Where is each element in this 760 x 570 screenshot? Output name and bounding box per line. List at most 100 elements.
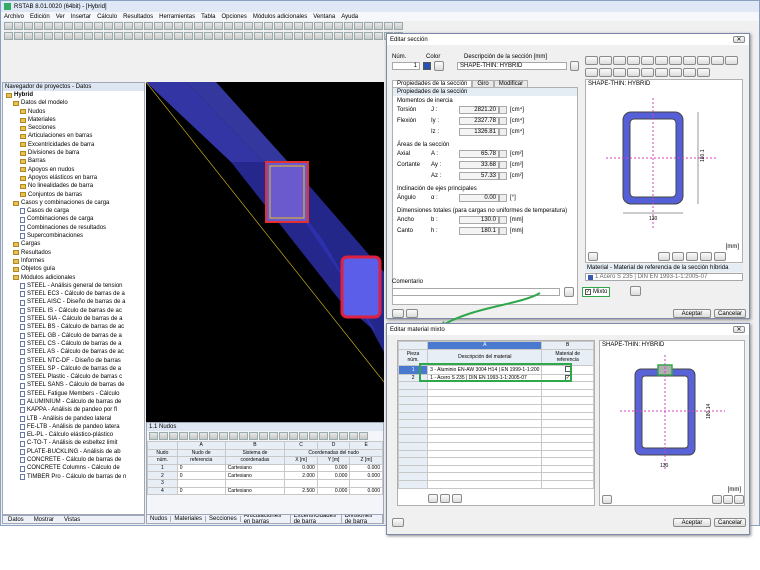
toolbar-button[interactable] xyxy=(44,22,53,30)
tree-item[interactable]: Módulos adicionales xyxy=(3,274,144,282)
toolbar-button[interactable] xyxy=(154,32,163,40)
accept-button[interactable]: Aceptar xyxy=(673,309,711,318)
toolbar-button[interactable] xyxy=(304,32,313,40)
table-toolbar-button[interactable] xyxy=(329,432,338,440)
tree-item[interactable]: ALUMINIUM - Cálculo de barras de xyxy=(3,398,144,406)
tree-item[interactable]: Nudos xyxy=(3,108,144,116)
toolbar-button[interactable] xyxy=(174,22,183,30)
toolbar-button[interactable] xyxy=(224,32,233,40)
toolbar-button[interactable] xyxy=(394,22,403,30)
section-tool-button[interactable] xyxy=(613,56,626,65)
tree-item[interactable]: C-TO-T - Análisis de esbeltez limit xyxy=(3,439,144,447)
tree-item[interactable]: Informes xyxy=(3,257,144,265)
table-tab[interactable]: Divisiones de barra xyxy=(342,515,383,523)
tree-item[interactable]: Combinaciones de resultados xyxy=(3,224,144,232)
table-tab[interactable]: Articulaciones en barras xyxy=(241,515,291,523)
toolbar-button[interactable] xyxy=(354,32,363,40)
toolbar-button[interactable] xyxy=(24,22,33,30)
toolbar-button[interactable] xyxy=(344,22,353,30)
property-value[interactable]: 130.0 xyxy=(459,215,499,224)
toolbar-button[interactable] xyxy=(134,22,143,30)
spin-control[interactable] xyxy=(499,105,507,114)
toolbar-button[interactable] xyxy=(294,32,303,40)
section-tab[interactable]: Modificar xyxy=(493,79,529,87)
toolbar-button[interactable] xyxy=(84,32,93,40)
insert-row-button[interactable] xyxy=(428,494,438,503)
units-button[interactable] xyxy=(406,309,418,318)
tree-item[interactable]: STEEL SP - Cálculo de barras de a xyxy=(3,365,144,373)
delete-row-button[interactable] xyxy=(440,494,450,503)
property-value[interactable]: 1326.81 xyxy=(459,127,499,136)
tree-item[interactable]: STEEL NTC-DF - Diseño de barras xyxy=(3,357,144,365)
tree-item[interactable]: Apoyos elásticos en barra xyxy=(3,174,144,182)
property-value[interactable]: 33.68 xyxy=(459,160,499,169)
property-value[interactable]: 180.1 xyxy=(459,226,499,235)
table-cell[interactable]: 0.000 xyxy=(349,486,383,496)
table-cell[interactable]: 2.000 xyxy=(284,471,318,480)
table-cell[interactable] xyxy=(224,478,286,488)
toolbar-button[interactable] xyxy=(224,22,233,30)
mixed-checkbox[interactable]: ✓ xyxy=(585,289,591,295)
toolbar-button[interactable] xyxy=(14,32,23,40)
tree-root[interactable]: Hybrid xyxy=(3,91,144,99)
property-value[interactable]: 2327.78 xyxy=(459,116,499,125)
toolbar-button[interactable] xyxy=(74,22,83,30)
section-tool-button[interactable] xyxy=(697,56,710,65)
toolbar-button[interactable] xyxy=(164,22,173,30)
section-number-input[interactable]: 1 xyxy=(392,62,420,70)
section-tool-button[interactable] xyxy=(683,56,696,65)
cancel-button[interactable]: Cancelar xyxy=(714,309,746,318)
info-button[interactable] xyxy=(602,495,612,504)
table-toolbar-button[interactable] xyxy=(239,432,248,440)
tree-item[interactable]: STEEL IS - Cálculo de barras de ac xyxy=(3,307,144,315)
comment-button[interactable] xyxy=(564,287,574,297)
toolbar-button[interactable] xyxy=(194,22,203,30)
table-cell[interactable]: 3 xyxy=(147,478,178,488)
tree-item[interactable]: Combinaciones de carga xyxy=(3,215,144,223)
table-cell[interactable] xyxy=(176,478,226,488)
table-cell[interactable] xyxy=(316,478,351,488)
tree-item[interactable]: Secciones xyxy=(3,124,144,132)
table-toolbar-button[interactable] xyxy=(219,432,228,440)
preview-view-button[interactable] xyxy=(658,252,670,261)
table-cell[interactable]: Cartesiano xyxy=(224,463,286,473)
toolbar-button[interactable] xyxy=(264,32,273,40)
table-toolbar-button[interactable] xyxy=(359,432,368,440)
toolbar-button[interactable] xyxy=(374,22,383,30)
table-toolbar-button[interactable] xyxy=(319,432,328,440)
table-cell[interactable]: 0.000 xyxy=(316,463,351,473)
spin-control[interactable] xyxy=(499,171,507,180)
section-tool-button[interactable] xyxy=(599,68,612,77)
table-row[interactable]: 3 xyxy=(147,478,383,488)
tree-item[interactable]: Articulaciones en barras xyxy=(3,132,144,140)
tree-item[interactable]: Cargas xyxy=(3,240,144,248)
toolbar-button[interactable] xyxy=(34,32,43,40)
section-tab[interactable]: Giro xyxy=(472,79,494,87)
spin-control[interactable] xyxy=(499,116,507,125)
menu-item[interactable]: Módulos adicionales xyxy=(253,14,307,20)
table-toolbar-button[interactable] xyxy=(339,432,348,440)
tree-item[interactable]: No linealidades de barra xyxy=(3,182,144,190)
material-select[interactable]: 1 Acero S 235 | DIN EN 1993-1-1:2005-07 xyxy=(585,273,743,281)
preview-view-button[interactable] xyxy=(686,252,698,261)
section-tool-button[interactable] xyxy=(655,56,668,65)
toolbar-button[interactable] xyxy=(234,32,243,40)
table-cell[interactable]: 0.000 xyxy=(316,471,351,480)
table-cell[interactable]: 0.000 xyxy=(349,463,383,473)
tree-item[interactable]: Conjuntos de barras xyxy=(3,191,144,199)
toolbar-button[interactable] xyxy=(274,32,283,40)
toolbar-button[interactable] xyxy=(84,22,93,30)
section-tool-button[interactable] xyxy=(655,68,668,77)
toolbar-button[interactable] xyxy=(54,32,63,40)
tree-item[interactable]: Excentricidades de barra xyxy=(3,141,144,149)
toolbar-button[interactable] xyxy=(184,22,193,30)
cancel-button[interactable]: Cancelar xyxy=(714,518,746,527)
nav-tab[interactable]: Vistas xyxy=(64,517,80,523)
toolbar-button[interactable] xyxy=(204,32,213,40)
toolbar-button[interactable] xyxy=(314,32,323,40)
toolbar-button[interactable] xyxy=(324,22,333,30)
table-cell[interactable] xyxy=(284,478,318,488)
tree-item[interactable]: CONCRETE - Cálculo de barras de xyxy=(3,456,144,464)
tree-item[interactable]: STEEL Plastic - Cálculo de barras c xyxy=(3,373,144,381)
info-button[interactable] xyxy=(588,252,598,261)
